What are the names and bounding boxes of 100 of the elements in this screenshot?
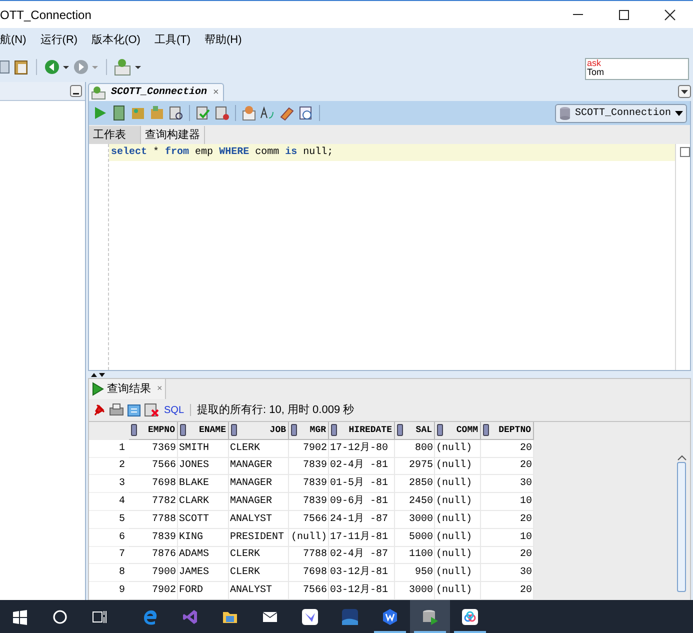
- browser-icon[interactable]: [142, 608, 158, 624]
- sort-icon[interactable]: [231, 424, 237, 436]
- table-cell: FORD: [178, 582, 229, 600]
- table-cell: 950: [395, 564, 435, 582]
- paste-icon[interactable]: [13, 59, 29, 75]
- sort-icon[interactable]: [331, 424, 337, 436]
- table-cell: 09-6月 -81: [329, 493, 395, 511]
- table-cell: SMITH: [178, 440, 229, 458]
- table-cell: 17-11月-81: [329, 528, 395, 547]
- column-header[interactable]: JOB: [229, 422, 289, 440]
- column-header[interactable]: EMPNO: [129, 422, 178, 440]
- sort-icon[interactable]: [437, 424, 443, 436]
- column-header[interactable]: COMM: [435, 422, 481, 440]
- app-tile-icon[interactable]: [342, 608, 358, 624]
- margin-checkbox[interactable]: [680, 147, 690, 157]
- sort-icon[interactable]: [397, 424, 403, 436]
- table-cell: 03-12月-81: [329, 564, 395, 582]
- column-header[interactable]: MGR: [289, 422, 329, 440]
- editor-tab[interactable]: SCOTT_Connection ×: [88, 83, 224, 101]
- search-icon[interactable]: [52, 608, 68, 624]
- table-cell: 30: [481, 564, 534, 582]
- sort-icon[interactable]: [180, 424, 186, 436]
- menu-item[interactable]: 航(N): [0, 32, 26, 48]
- back-icon[interactable]: [44, 59, 60, 75]
- table-cell: (null): [435, 493, 481, 511]
- sql-history-icon[interactable]: [241, 105, 257, 121]
- column-header[interactable]: SAL: [395, 422, 435, 440]
- table-cell: 17-12月-80: [329, 440, 395, 458]
- window-title: OTT_Connection: [0, 6, 92, 24]
- table-cell: 1100: [395, 546, 435, 564]
- row-number: 2: [89, 458, 129, 476]
- connection-dropdown[interactable]: SCOTT_Connection: [554, 104, 687, 122]
- menu-item[interactable]: 运行(R): [40, 32, 78, 48]
- hexagon-icon[interactable]: [382, 608, 398, 624]
- table-cell: 7698: [129, 475, 178, 494]
- print-icon[interactable]: [109, 403, 124, 417]
- sort-icon[interactable]: [483, 424, 489, 436]
- table-cell: 7566: [289, 582, 329, 600]
- table-cell: (null): [435, 440, 481, 458]
- scrollbar-thumb[interactable]: [677, 462, 686, 592]
- dropdown-icon[interactable]: [678, 85, 691, 98]
- table-cell: 2975: [395, 458, 435, 476]
- splitter-arrows-icon[interactable]: [90, 372, 106, 378]
- close-button[interactable]: ×: [211, 85, 221, 100]
- sub-tab[interactable]: 工作表: [89, 126, 141, 144]
- table-cell: 7900: [129, 564, 178, 582]
- table-cell: (null): [289, 528, 329, 547]
- table-cell: 3000: [395, 510, 435, 529]
- table-cell: JAMES: [178, 564, 229, 582]
- close-button[interactable]: ×: [157, 382, 162, 396]
- text-case-icon[interactable]: [260, 105, 276, 121]
- table-cell: (null): [435, 458, 481, 476]
- menu-item[interactable]: 帮助(H): [204, 32, 242, 48]
- status-text: 提取的所有行: 10, 用时 0.009 秒: [197, 402, 354, 418]
- cancel-icon[interactable]: [144, 403, 159, 417]
- table-cell: 2850: [395, 475, 435, 494]
- table-cell: MANAGER: [229, 475, 289, 494]
- table-cell: 7876: [129, 546, 178, 564]
- sort-icon[interactable]: [131, 424, 137, 436]
- pin-icon[interactable]: [92, 403, 106, 417]
- table-cell: (null): [435, 475, 481, 494]
- scroll-up-icon[interactable]: [676, 454, 686, 462]
- copy-icon[interactable]: [0, 59, 10, 75]
- table-cell: CLARK: [178, 493, 229, 511]
- database-icon: [558, 106, 571, 120]
- table-cell: CLERK: [229, 546, 289, 564]
- sql-link[interactable]: SQL: [164, 402, 184, 418]
- database-run-icon[interactable]: [422, 608, 438, 624]
- table-cell: 24-1月 -87: [329, 510, 395, 529]
- table-cell: 7902: [129, 582, 178, 600]
- minimize-icon[interactable]: [70, 85, 82, 97]
- table-cell: 7566: [289, 510, 329, 529]
- table-cell: 2450: [395, 493, 435, 511]
- menu-item[interactable]: 版本化(O): [92, 32, 140, 48]
- table-cell: 7782: [129, 493, 178, 511]
- column-header[interactable]: ENAME: [178, 422, 229, 440]
- table-cell: 20: [481, 440, 534, 458]
- rollback-icon[interactable]: [214, 105, 230, 121]
- bird-icon[interactable]: [302, 608, 318, 624]
- table-cell: 7902: [289, 440, 329, 458]
- commit-icon[interactable]: [195, 105, 211, 121]
- column-header[interactable]: HIREDATE: [329, 422, 395, 440]
- table-cell: ADAMS: [178, 546, 229, 564]
- windows-logo-icon[interactable]: [12, 608, 28, 624]
- eraser-icon[interactable]: [279, 105, 295, 121]
- cloud-app-icon[interactable]: [462, 608, 478, 624]
- row-number: 4: [89, 493, 129, 511]
- run-icon: [92, 382, 104, 396]
- infinity-icon[interactable]: [182, 608, 198, 624]
- results-tab[interactable]: 查询结果 ×: [89, 379, 166, 399]
- row-number: 1: [89, 440, 129, 458]
- task-view-icon[interactable]: [92, 608, 108, 624]
- sort-icon[interactable]: [291, 424, 297, 436]
- table-cell: 7839: [129, 528, 178, 547]
- table-cell: 20: [481, 546, 534, 564]
- menu-item[interactable]: 工具(T): [154, 32, 190, 48]
- table-cell: MANAGER: [229, 458, 289, 476]
- table-cell: (null): [435, 528, 481, 547]
- table-cell: 7788: [129, 510, 178, 529]
- column-header[interactable]: DEPTNO: [481, 422, 534, 440]
